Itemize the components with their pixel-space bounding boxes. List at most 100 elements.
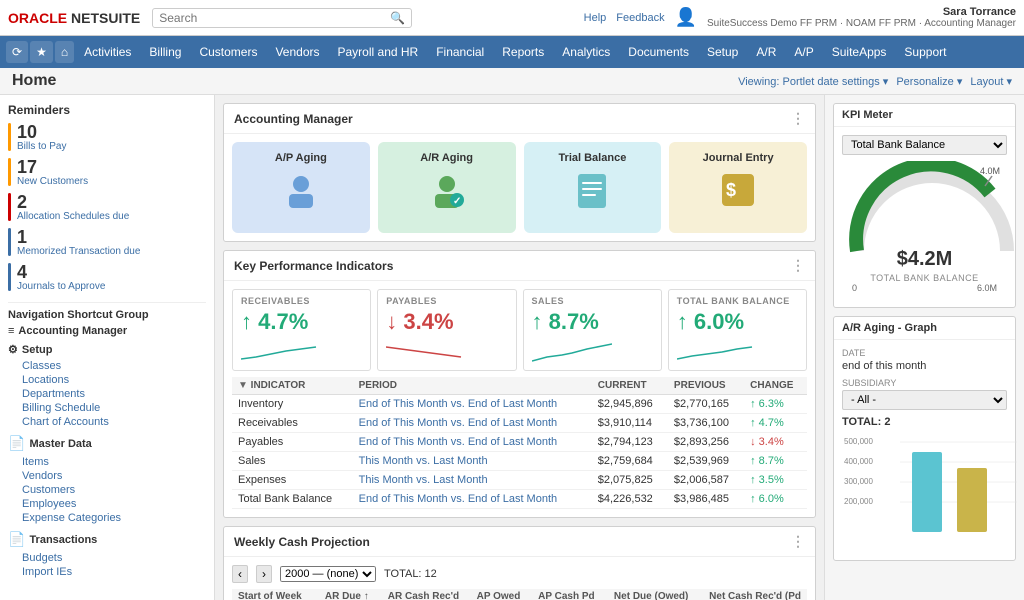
am-card-ap-aging[interactable]: A/P Aging	[232, 142, 370, 233]
reminder-label[interactable]: Journals to Approve	[17, 281, 105, 292]
wcp-table: Start of Week AR Due ↑ AR Cash Rec'd AP …	[232, 589, 807, 600]
kpi-col-current[interactable]: CURRENT	[592, 377, 668, 395]
layout-button[interactable]: Layout ▾	[970, 75, 1012, 88]
nav-vendors[interactable]: Vendors	[267, 39, 327, 65]
nav-locations[interactable]: Locations	[8, 373, 206, 387]
wcp-col-ar-due[interactable]: AR Due ↑	[314, 589, 375, 600]
svg-text:4.0M: 4.0M	[980, 166, 1000, 176]
feedback-link[interactable]: Feedback	[616, 12, 664, 24]
nav-reports[interactable]: Reports	[494, 39, 552, 65]
kpi-portlet-menu[interactable]: ⋮	[791, 257, 805, 274]
personalize-button[interactable]: Personalize ▾	[896, 75, 962, 88]
right-panel: KPI Meter Total Bank Balance	[824, 95, 1024, 600]
reminder-memorized: 1 Memorized Transaction due	[8, 228, 206, 257]
reminder-bills: 10 Bills to Pay	[8, 123, 206, 152]
user-role: SuiteSuccess Demo FF PRM · NOAM FF PRM ·…	[707, 18, 1016, 29]
am-card-label: Journal Entry	[679, 152, 797, 164]
kpi-sales: SALES ↑ 8.7%	[523, 289, 662, 371]
kpi-title: Key Performance Indicators	[234, 259, 393, 273]
nav-billing[interactable]: Billing	[141, 39, 189, 65]
reminder-label[interactable]: Memorized Transaction due	[17, 246, 140, 257]
favorites-icon[interactable]: ★	[30, 41, 53, 63]
am-card-journal-entry[interactable]: Journal Entry $	[669, 142, 807, 233]
wcp-prev-btn[interactable]: ‹	[232, 565, 248, 583]
kpi-portlet: Key Performance Indicators ⋮ RECEIVABLES…	[223, 250, 816, 518]
reminder-bar	[8, 123, 11, 151]
nav-setup-group[interactable]: ⚙ Setup	[8, 343, 206, 356]
nav-support[interactable]: Support	[896, 39, 954, 65]
ar-chart: 500,000 400,000 300,000 200,000	[842, 432, 1007, 552]
kpi-col-period[interactable]: PERIOD	[353, 377, 592, 395]
table-row: Sales This Month vs. Last Month $2,759,6…	[232, 452, 807, 471]
nav-ap[interactable]: A/P	[786, 39, 821, 65]
nav-import-ies[interactable]: Import IEs	[8, 565, 206, 579]
nav-budgets[interactable]: Budgets	[8, 551, 206, 565]
user-info: Sara Torrance SuiteSuccess Demo FF PRM ·…	[707, 6, 1016, 29]
reminder-bar	[8, 193, 11, 221]
weekly-cash-portlet: Weekly Cash Projection ⋮ ‹ › 2000 — (non…	[223, 526, 816, 600]
nav-suiteapps[interactable]: SuiteApps	[824, 39, 895, 65]
kpi-meter-select[interactable]: Total Bank Balance	[842, 135, 1007, 155]
ar-aging-portlet: A/R Aging - Graph DATE end of this month…	[833, 316, 1016, 561]
ar-date-label: DATE	[842, 348, 1007, 358]
table-row: Payables End of This Month vs. End of La…	[232, 433, 807, 452]
wcp-col-ap-cash: AP Cash Pd	[526, 589, 600, 600]
reminder-bar	[8, 263, 11, 291]
kpi-payables: PAYABLES ↓ 3.4%	[377, 289, 516, 371]
kpi-col-indicator[interactable]: ▼ INDICATOR	[232, 377, 353, 395]
reminder-number: 17	[17, 158, 88, 176]
nav-vendors-link[interactable]: Vendors	[8, 469, 206, 483]
kpi-total-bank: TOTAL BANK BALANCE ↑ 6.0%	[668, 289, 807, 371]
home-icon[interactable]: ⌂	[55, 41, 74, 63]
nav-classes[interactable]: Classes	[8, 359, 206, 373]
nav-documents[interactable]: Documents	[620, 39, 697, 65]
nav-financial[interactable]: Financial	[428, 39, 492, 65]
ar-aging-title: A/R Aging - Graph	[834, 317, 1015, 340]
nav-items[interactable]: Items	[8, 455, 206, 469]
kpi-col-previous[interactable]: PREVIOUS	[668, 377, 744, 395]
nav-expense-categories[interactable]: Expense Categories	[8, 511, 206, 525]
nav-billing-schedule[interactable]: Billing Schedule	[8, 401, 206, 415]
nav-employees[interactable]: Employees	[8, 497, 206, 511]
wcp-controls: ‹ › 2000 — (none) TOTAL: 12	[232, 565, 807, 583]
kpi-cards: RECEIVABLES ↑ 4.7% PAYABLES ↓ 3.4%	[232, 289, 807, 371]
wcp-col-week: Start of Week	[232, 589, 314, 600]
ar-subsidiary-select[interactable]: - All -	[842, 390, 1007, 410]
nav-activities[interactable]: Activities	[76, 39, 139, 65]
svg-text:300,000: 300,000	[844, 477, 873, 486]
reminder-label[interactable]: Bills to Pay	[17, 141, 66, 152]
search-bar[interactable]: 🔍	[152, 8, 412, 28]
kpi-col-change[interactable]: CHANGE	[744, 377, 807, 395]
am-card-trial-balance[interactable]: Trial Balance	[524, 142, 662, 233]
search-input[interactable]	[159, 11, 390, 25]
home-recent-icon[interactable]: ⟳	[6, 41, 28, 63]
nav-ar[interactable]: A/R	[748, 39, 784, 65]
nav-customers[interactable]: Customers	[191, 39, 265, 65]
wcp-portlet-menu[interactable]: ⋮	[791, 533, 805, 550]
am-card-ar-aging[interactable]: A/R Aging ✓	[378, 142, 516, 233]
nav-accounting-manager[interactable]: ≡ Accounting Manager	[8, 325, 206, 337]
nav-chart-of-accounts[interactable]: Chart of Accounts	[8, 415, 206, 429]
page-title: Home	[12, 72, 56, 90]
nav-departments[interactable]: Departments	[8, 387, 206, 401]
nav-analytics[interactable]: Analytics	[554, 39, 618, 65]
wcp-col-net-cash: Net Cash Rec'd (Pd	[694, 589, 807, 600]
wcp-next-btn[interactable]: ›	[256, 565, 272, 583]
gauge: 4.0M $4.2M TOTAL BANK BALANCE 0 6.0M	[842, 155, 1007, 299]
wcp-year-select[interactable]: 2000 — (none)	[280, 566, 376, 582]
reminder-journals: 4 Journals to Approve	[8, 263, 206, 292]
reminder-label[interactable]: New Customers	[17, 176, 88, 187]
nav-master-data-group[interactable]: 📄 Master Data	[8, 435, 206, 452]
reminder-bar	[8, 158, 11, 186]
nav-customers-link[interactable]: Customers	[8, 483, 206, 497]
nav-transactions-group[interactable]: 📄 Transactions	[8, 531, 206, 548]
nav-payroll[interactable]: Payroll and HR	[330, 39, 427, 65]
reminder-number: 1	[17, 228, 140, 246]
nav-setup[interactable]: Setup	[699, 39, 746, 65]
nav-group-title: Navigation Shortcut Group	[8, 302, 206, 321]
reminder-label[interactable]: Allocation Schedules due	[17, 211, 129, 222]
svg-text:$: $	[726, 180, 736, 200]
help-link[interactable]: Help	[584, 12, 607, 24]
portlet-date-settings[interactable]: Viewing: Portlet date settings ▾	[738, 75, 888, 88]
portlet-menu[interactable]: ⋮	[791, 110, 805, 127]
